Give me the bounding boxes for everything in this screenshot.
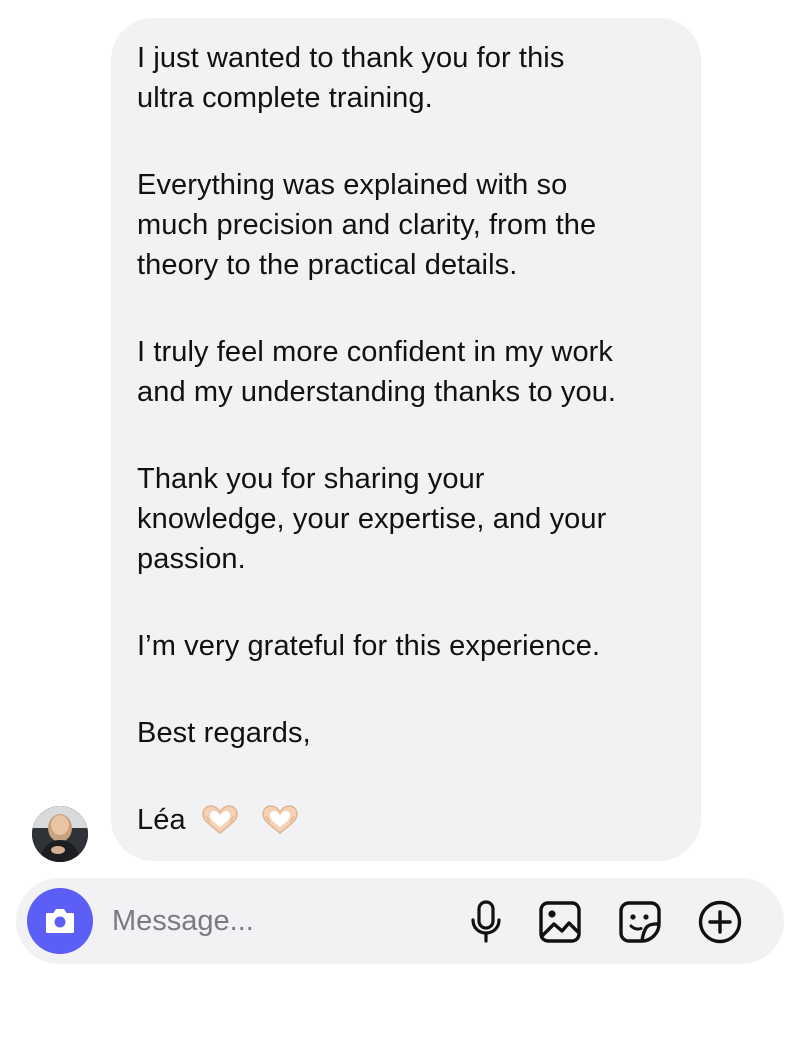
gallery-button[interactable] [536,898,584,946]
signature-name: Léa [137,804,186,836]
sticker-icon [619,901,661,943]
microphone-icon [471,900,501,943]
heart-hands-emoji-icon [201,805,238,834]
chat-screen: I just wanted to thank you for this ultr… [0,0,800,1049]
sticker-button[interactable] [616,898,664,946]
message-composer [16,878,784,964]
voice-message-button[interactable] [462,898,510,946]
message-paragraph-4: Thank you for sharing your knowledge, yo… [137,463,607,575]
received-message-bubble[interactable]: I just wanted to thank you for this ultr… [111,18,701,861]
more-options-button[interactable] [696,898,744,946]
message-paragraph-3: I truly feel more confident in my work a… [137,336,617,408]
message-paragraph-2: Everything was explained with so much pr… [137,169,597,281]
heart-hands-emoji-icon [261,805,298,834]
sender-avatar[interactable] [32,806,88,862]
camera-icon [46,909,74,933]
message-paragraph-1: I just wanted to thank you for this ultr… [137,42,565,114]
message-input[interactable] [112,900,442,942]
message-signature-line: Léa [137,800,679,840]
avatar-photo-icon [32,806,88,862]
message-paragraph-6: Best regards, [137,717,311,749]
message-paragraph-5: I’m very grateful for this experience. [137,630,601,662]
camera-button[interactable] [27,888,93,954]
gallery-icon [539,901,581,943]
plus-icon [698,900,742,944]
